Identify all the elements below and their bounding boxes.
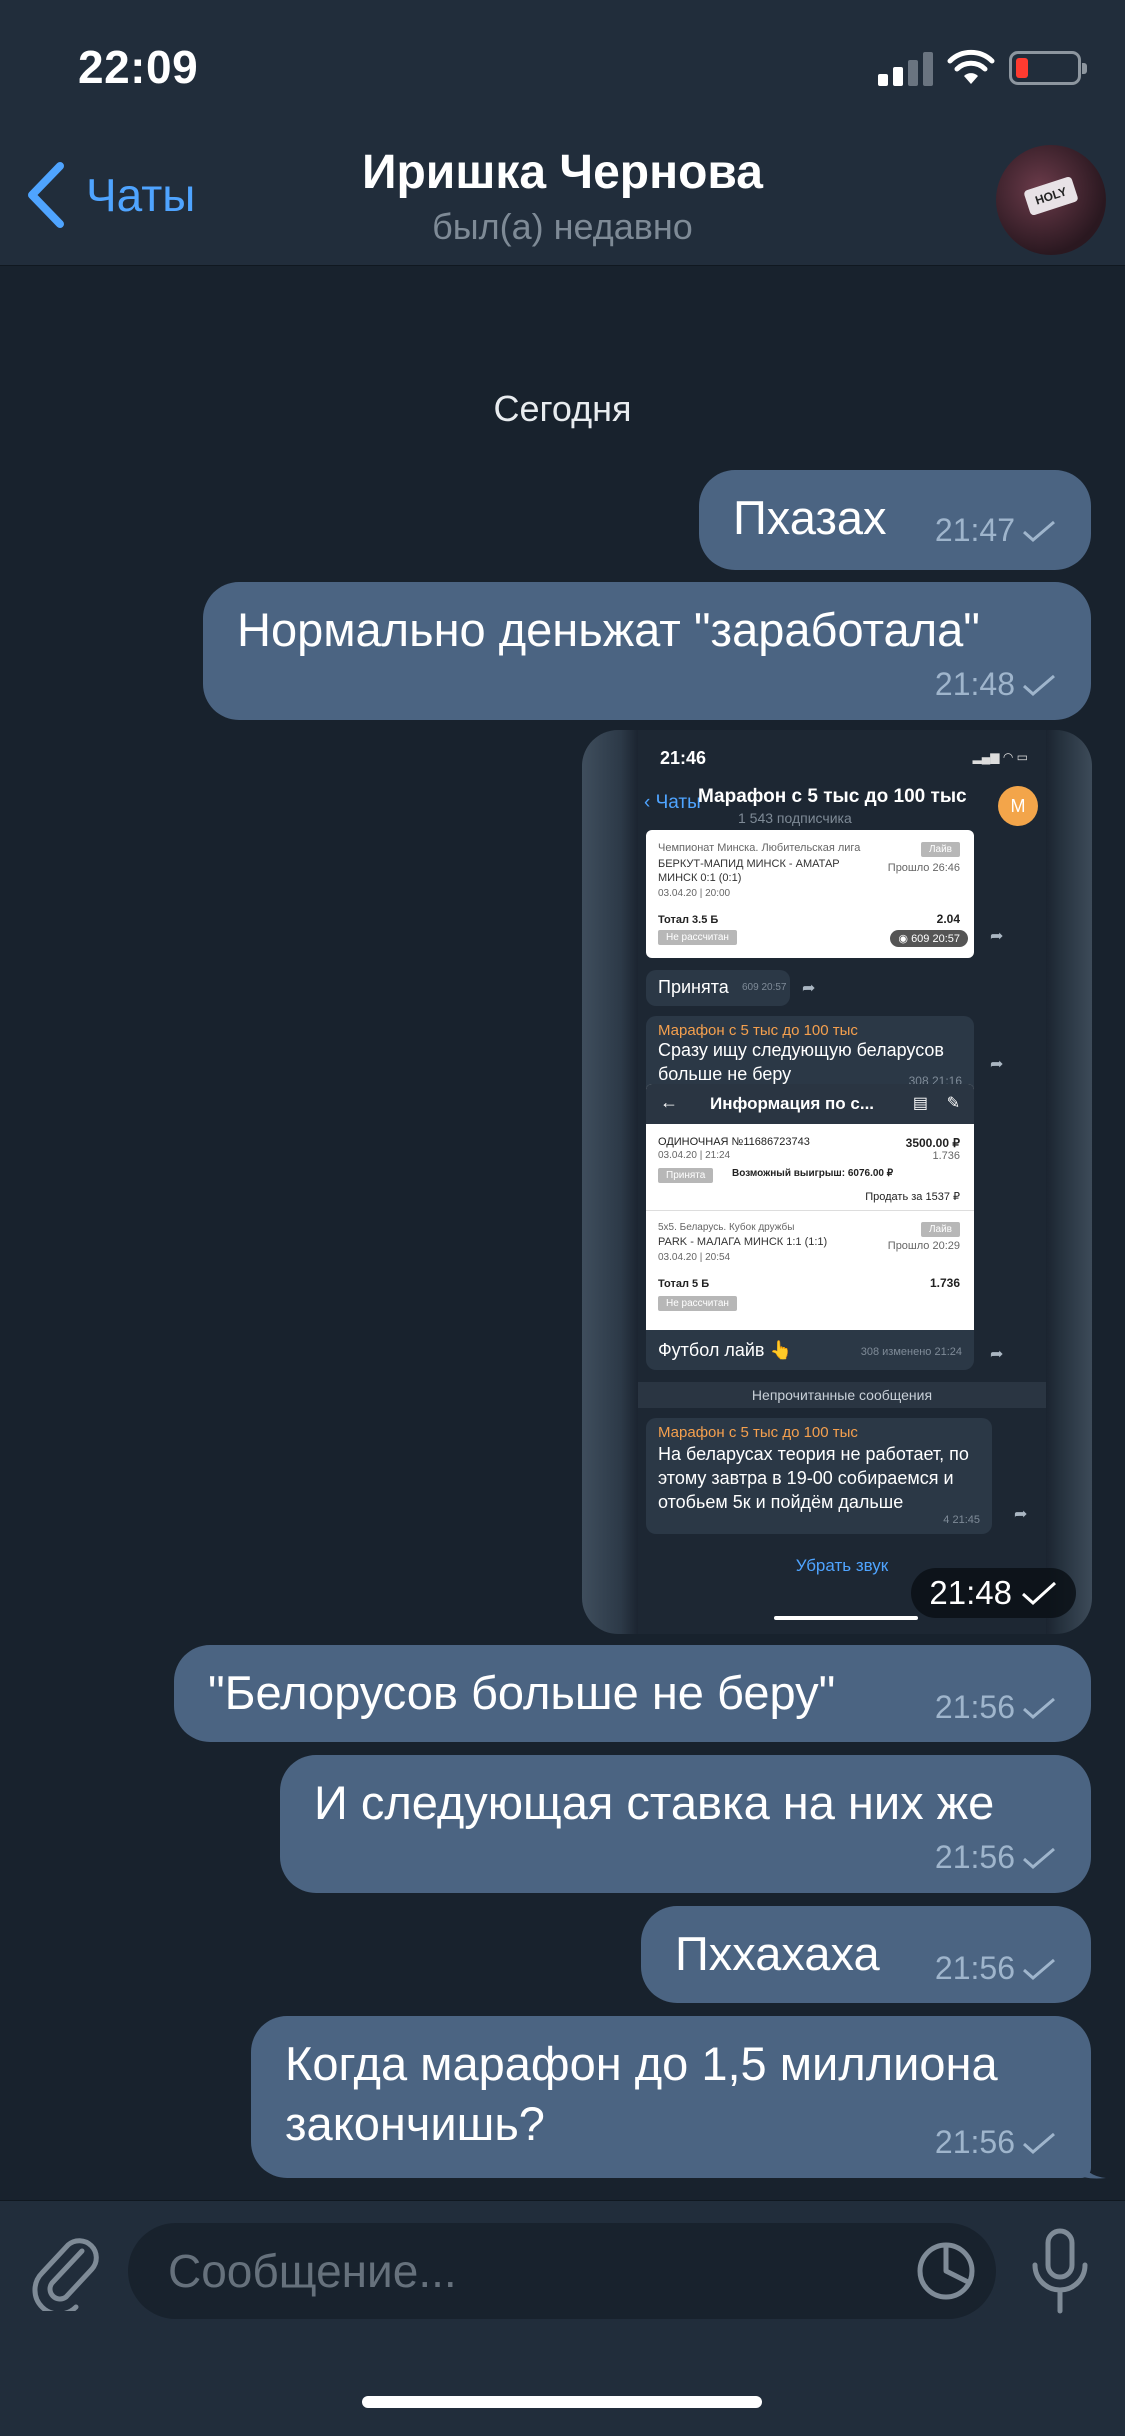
image-message[interactable]: 21:46 ▂▄▆ ◠ ▭ ‹ Чаты Марафон с 5 тыс до …: [582, 730, 1092, 1634]
arrow-back-icon: ←: [660, 1092, 678, 1112]
message-bubble[interactable]: И следующая ставка на них же 21:56: [280, 1755, 1091, 1893]
date-separator: Сегодня: [493, 388, 632, 429]
message-bubble[interactable]: Нормально деньжат "заработала" 21:48: [203, 582, 1091, 720]
message-meta: 21:56: [935, 1950, 1057, 1987]
chevron-left-icon: ‹: [644, 792, 656, 813]
message-time: 21:48: [934, 666, 1015, 702]
battery-icon: [1009, 51, 1087, 85]
message-time: 21:56: [934, 1839, 1015, 1875]
forward-icon: ➦: [990, 928, 1004, 945]
chat-header: 22:09 Чаты Иришка Чернова был(а) недавно…: [0, 0, 1125, 266]
forward-icon: ➦: [1014, 1506, 1028, 1523]
check-icon: [1023, 674, 1055, 696]
bet-card: Чемпионат Минска. Любительская лига Лайв…: [646, 830, 974, 958]
message-time: 21:56: [934, 1689, 1015, 1725]
message-time: 21:56: [934, 2124, 1015, 2160]
check-icon: [1023, 1958, 1055, 1980]
message-text: Когда марафон до 1,5 миллиона: [285, 2037, 998, 2090]
check-icon: [1021, 1581, 1057, 1606]
message-text: И следующая ставка на них же: [314, 1776, 995, 1829]
chat-title[interactable]: Иришка Чернова: [0, 145, 1125, 200]
message-meta: 21:48: [935, 666, 1057, 703]
image-time-badge: 21:48: [911, 1568, 1076, 1618]
avatar[interactable]: HOLY: [996, 145, 1106, 255]
chat-status: был(а) недавно: [432, 206, 693, 247]
forward-icon: ➦: [802, 980, 816, 997]
message-meta: 21:56: [935, 1839, 1057, 1876]
edit-icon: ✎: [946, 1095, 960, 1112]
signal-icon: [878, 52, 934, 86]
attach-icon[interactable]: [30, 2231, 102, 2311]
channel-message: Марафон с 5 тыс до 100 тыс На беларусах …: [646, 1418, 992, 1534]
print-icon: ▤: [912, 1095, 928, 1112]
check-icon: [1023, 520, 1055, 542]
message-text: Пхазах: [733, 491, 887, 544]
message-meta: 21:56: [935, 1689, 1057, 1726]
wifi-icon: [947, 49, 995, 84]
home-indicator: [362, 2396, 762, 2408]
bubble-tail: [1076, 2150, 1106, 2179]
check-icon: [1023, 1697, 1055, 1719]
message-bubble[interactable]: Когда марафон до 1,5 миллиона закончишь?…: [251, 2016, 1091, 2178]
message-text: Пххахаха: [675, 1927, 880, 1980]
message-bubble[interactable]: "Белорусов больше не беру" 21:56: [174, 1645, 1091, 1742]
forward-icon: ➦: [990, 1346, 1004, 1363]
eye-icon: ◉: [898, 933, 912, 945]
status-time: 22:09: [78, 41, 199, 93]
message-meta: 21:56: [935, 2124, 1057, 2161]
forward-icon: ➦: [990, 1056, 1004, 1073]
message-bubble[interactable]: Пхазах 21:47: [699, 470, 1091, 570]
check-icon: [1023, 2132, 1055, 2154]
unread-separator: Непрочитанные сообщения: [638, 1382, 1046, 1408]
bet-info-card: ← Информация по с... ▤ ✎ ОДИНОЧНАЯ №1168…: [646, 1084, 974, 1340]
channel-message: Футбол лайв 👆 308 изменено 21:24: [646, 1330, 974, 1370]
status-icons: ▂▄▆ ◠ ▭: [972, 750, 1028, 764]
microphone-icon[interactable]: [1025, 2227, 1095, 2317]
check-icon: [1023, 1847, 1055, 1869]
sticker-icon[interactable]: [914, 2239, 978, 2303]
message-text: закончишь?: [285, 2097, 545, 2150]
message-text: "Белорусов больше не беру": [208, 1666, 836, 1719]
message-bubble[interactable]: Пххахаха 21:56: [641, 1906, 1091, 2003]
message-time: 21:48: [929, 1574, 1012, 1611]
message-meta: 21:47: [935, 512, 1057, 549]
message-field[interactable]: [128, 2223, 996, 2319]
channel-message: Принята 609 20:57: [646, 970, 790, 1006]
message-input[interactable]: [168, 2223, 868, 2319]
screenshot-image: 21:46 ▂▄▆ ◠ ▭ ‹ Чаты Марафон с 5 тыс до …: [638, 730, 1046, 1634]
message-time: 21:56: [934, 1950, 1015, 1986]
message-time: 21:47: [934, 512, 1015, 548]
message-text: Нормально деньжат "заработала": [237, 603, 980, 656]
